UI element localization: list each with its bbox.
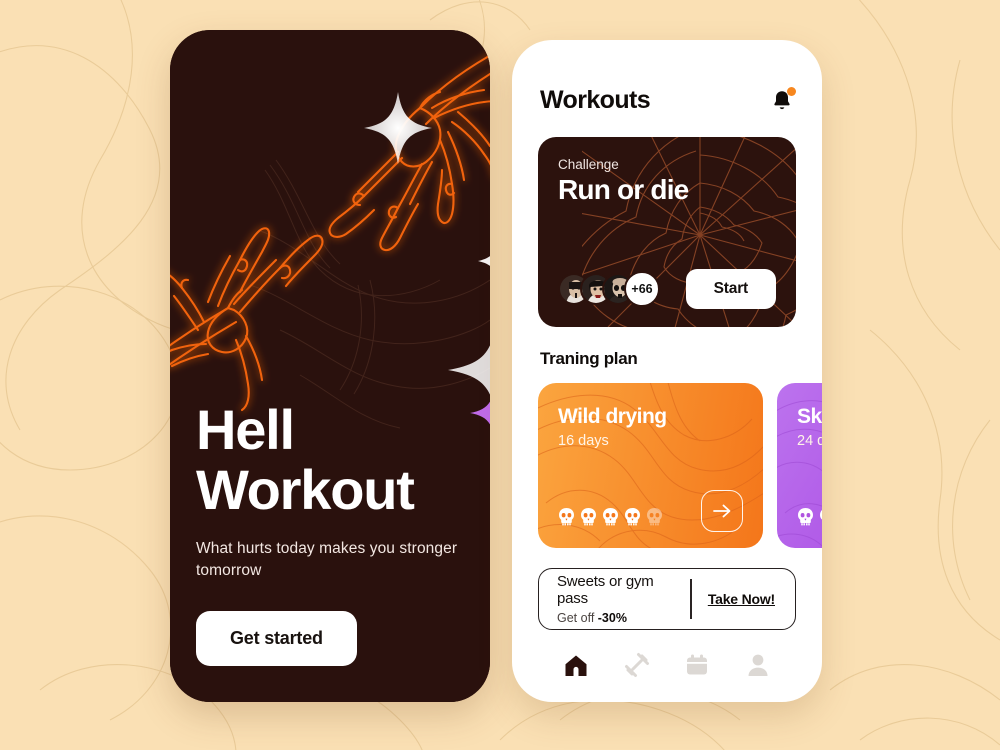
- promo-discount: -30%: [597, 611, 627, 625]
- get-started-button[interactable]: Get started: [196, 611, 357, 666]
- difficulty-skulls: [797, 508, 822, 526]
- nav-item-calendar[interactable]: [682, 650, 712, 680]
- workouts-app-screen: Workouts Challenge Run or die +66 Start …: [512, 40, 822, 702]
- promo-banner[interactable]: Sweets or gym pass Get off -30% Take Now…: [538, 568, 796, 630]
- promo-cta-link[interactable]: Take Now!: [708, 591, 791, 607]
- app-header: Workouts: [512, 40, 822, 115]
- page-title: Hell Workout: [196, 400, 464, 520]
- hero-title-line-1: Hell: [196, 398, 295, 462]
- calendar-icon: [687, 654, 708, 675]
- hero-subtitle: What hurts today makes you stronger tomo…: [196, 540, 458, 579]
- arrow-right-icon: [713, 504, 731, 518]
- skull-icon: [820, 510, 822, 520]
- plan-name: Wild drying: [558, 405, 667, 428]
- promo-divider: [690, 579, 692, 619]
- home-icon: [565, 655, 587, 676]
- open-plan-button[interactable]: [701, 490, 743, 532]
- skull-icon: [603, 508, 618, 526]
- training-plan-carousel[interactable]: Wild drying 16 days Sk 24 d: [512, 383, 822, 548]
- onboarding-screen: Hell Workout What hurts today makes you …: [170, 30, 490, 702]
- challenge-card[interactable]: Challenge Run or die +66 Start: [538, 137, 796, 327]
- plan-duration: 24 days: [797, 433, 822, 449]
- bottom-navigation: [512, 650, 822, 680]
- skull-icon: [581, 508, 596, 526]
- dumbbell-icon: [624, 653, 649, 677]
- notification-badge-dot: [787, 86, 796, 96]
- background-topographic-texture: [0, 0, 1000, 750]
- difficulty-skulls: [558, 508, 663, 526]
- skull-icon: [798, 508, 813, 526]
- training-plan-card-wild-drying[interactable]: Wild drying 16 days: [538, 383, 763, 548]
- training-plan-card-skeleton[interactable]: Skeleton 24 days: [777, 383, 822, 548]
- nav-item-profile[interactable]: [743, 650, 773, 680]
- nav-item-workouts[interactable]: [622, 650, 652, 680]
- section-title-training-plan: Traning plan: [540, 349, 638, 368]
- page-title: Workouts: [540, 86, 651, 114]
- notifications-button[interactable]: [770, 86, 796, 114]
- person-icon: [748, 654, 768, 676]
- promo-title: Sweets or gym pass: [557, 573, 654, 607]
- challenge-eyebrow: Challenge: [558, 157, 619, 172]
- plan-duration: 16 days: [558, 433, 609, 449]
- skull-icon: [625, 508, 640, 526]
- challenge-title: Run or die: [558, 174, 689, 205]
- promo-subtitle: Get off -30%: [557, 611, 686, 625]
- skull-icon-inactive: [647, 508, 662, 526]
- nav-item-home[interactable]: [561, 650, 591, 680]
- challenge-participants[interactable]: +66: [558, 271, 660, 307]
- promo-subtitle-prefix: Get off: [557, 611, 598, 625]
- participants-count-badge: +66: [624, 271, 660, 307]
- start-challenge-button[interactable]: Start: [685, 269, 776, 309]
- skull-icon: [559, 508, 574, 526]
- plan-name: Skeleton: [797, 405, 822, 428]
- hero-title-line-2: Workout: [196, 458, 415, 522]
- promo-text: Sweets or gym pass Get off -30%: [557, 573, 686, 625]
